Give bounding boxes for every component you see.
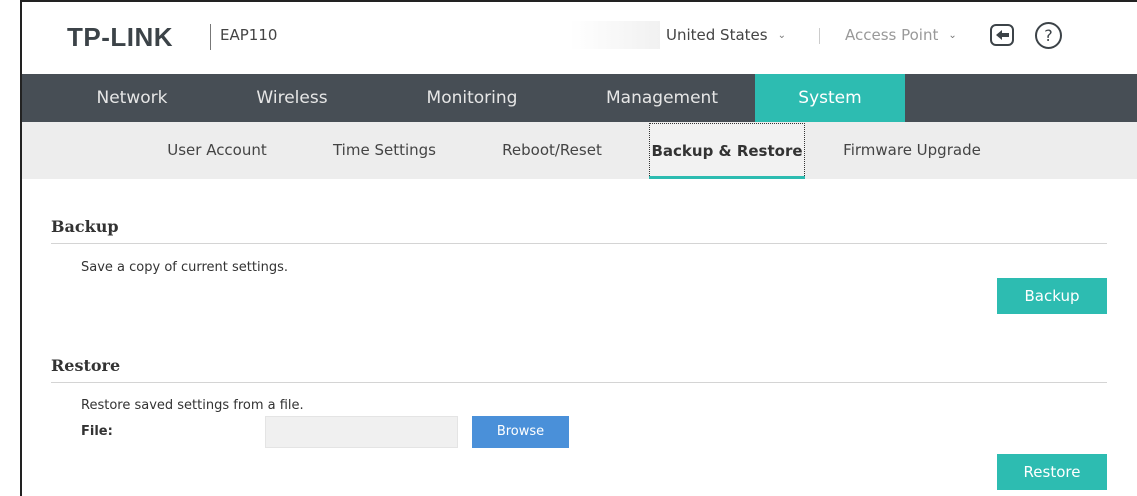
subnav-reboot-reset[interactable]: Reboot/Reset [487,122,617,179]
logo: TP-LINK [67,22,174,52]
country-label: United States [666,26,768,44]
sub-nav: User Account Time Settings Reboot/Reset … [22,122,1137,179]
browse-button[interactable]: Browse [472,416,569,448]
backup-divider [51,243,1107,244]
subnav-user-account[interactable]: User Account [152,122,282,179]
subnav-firmware-upgrade[interactable]: Firmware Upgrade [837,122,987,179]
logo-divider [210,24,211,50]
header-shade [570,21,660,49]
file-path-field[interactable] [265,416,458,448]
mode-label: Access Point [845,26,939,44]
backup-title: Backup [51,217,119,236]
restore-divider [51,382,1107,383]
logout-icon[interactable] [990,24,1014,46]
main-nav: Network Wireless Monitoring Management S… [22,74,1137,122]
nav-management[interactable]: Management [577,74,747,122]
nav-wireless[interactable]: Wireless [222,74,362,122]
header-divider [819,28,820,44]
nav-monitoring[interactable]: Monitoring [397,74,547,122]
subnav-backup-restore[interactable]: Backup & Restore [649,123,805,178]
restore-description: Restore saved settings from a file. [81,398,304,413]
model-name: EAP110 [220,26,278,44]
restore-title: Restore [51,356,121,375]
restore-button[interactable]: Restore [997,454,1107,490]
page-frame: TP-LINK EAP110 United States ⌄ Access Poi… [20,0,1137,496]
help-icon[interactable]: ? [1035,22,1062,49]
header: TP-LINK EAP110 United States ⌄ Access Poi… [22,2,1137,74]
file-label: File: [81,424,113,439]
subnav-time-settings[interactable]: Time Settings [317,122,452,179]
active-tab-indicator [649,176,805,179]
backup-button[interactable]: Backup [997,278,1107,314]
country-select[interactable]: United States ⌄ [666,26,786,44]
backup-description: Save a copy of current settings. [81,260,288,275]
nav-system[interactable]: System [755,74,905,122]
mode-select[interactable]: Access Point ⌄ [845,26,957,44]
chevron-down-icon: ⌄ [948,30,957,41]
nav-network[interactable]: Network [62,74,202,122]
chevron-down-icon: ⌄ [777,30,786,41]
